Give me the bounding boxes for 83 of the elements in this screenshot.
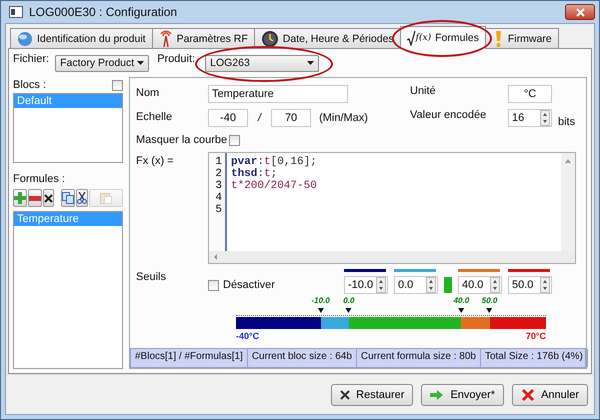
delete-button[interactable] [43,189,54,207]
disable-label: Désactiver [223,279,275,291]
encoded-value-spinner[interactable]: 16 [508,109,552,127]
line-number: 2 [215,168,222,180]
window-title: LOG000E30 : Configuration [29,5,178,19]
tab[interactable]: f(x) Formules [400,26,486,49]
tab[interactable]: Identification du produit [10,28,153,48]
separator: / [256,112,263,124]
spin-arrows-icon [426,277,436,293]
caret-icon [307,61,314,65]
status-cell: #Blocs[1] / #Formulas[1] [131,349,248,367]
blocs-label: Blocs : [13,79,46,91]
code-line: pvar:t[0,16]; [231,156,317,168]
close-icon [576,8,584,16]
cancel-icon [521,388,536,402]
status-cell: Total Size : 176b (4%) [480,349,588,367]
formulas-label: Formules : [13,173,65,185]
status-cell: Current bloc size : 64b [248,349,357,367]
close-button[interactable] [565,4,595,20]
threshold-spinner[interactable]: -10.0 [344,276,388,294]
arrow-icon [430,390,444,400]
threshold-spinner[interactable]: 50.0 [508,276,552,294]
product-dropdown[interactable]: LOG263 [205,54,320,72]
x-icon [340,390,350,400]
vertical-scrollbar[interactable] [561,153,575,251]
scale-label: Echelle [136,111,174,123]
threshold-spinner[interactable]: 0.0 [394,276,438,294]
thresholds-label: Seuils [136,271,167,283]
file-label: Fichier: [13,53,50,65]
checkbox[interactable] [229,134,240,146]
line-number: 3 [215,180,222,192]
paste-icon [100,192,112,204]
minmax-hint: (Min/Max) [319,112,368,124]
app-icon [9,6,23,18]
max-field[interactable]: 70 [271,109,312,127]
file-dropdown[interactable]: Factory Product [55,54,150,72]
unit-label: Unité [410,85,437,97]
dialog-button[interactable]: Restaurer [331,384,414,406]
caret-icon [137,61,144,65]
dialog-button[interactable]: Annuler [512,384,588,406]
remove-button[interactable] [28,189,42,207]
spin-arrows-icon [540,277,550,293]
line-number: 1 [215,156,222,168]
antenna-icon [158,30,173,48]
encoded-value-label: Valeur encodée [410,109,488,121]
code-line: t*200/2047-50 [231,180,317,192]
name-label: Nom [136,87,160,99]
code-editor[interactable]: 1 2 3 4 5 pvar:t[0,16]; thsd:t; t*200/2047-50 [208,152,576,264]
spin-arrows-icon [490,277,500,293]
formula-symbol: f(x) [416,33,432,43]
checkbox[interactable] [208,280,219,290]
min-label: -40°C [236,331,260,341]
copy-icon [62,192,74,204]
min-field[interactable]: -40 [208,109,248,127]
copy-button[interactable] [61,189,75,207]
square-root-icon [406,30,416,46]
bits-label: bits [558,116,576,128]
max-label: 70°C [526,331,546,341]
add-button[interactable] [13,189,27,207]
globe-icon [17,30,33,46]
spin-arrows-icon [376,277,386,293]
checkbox[interactable] [112,80,123,90]
scissors-icon [77,192,87,204]
code-line: thsd:t; [231,168,278,180]
plus-icon [14,192,26,204]
cut-button[interactable] [76,189,88,207]
threshold-spinner[interactable]: 40.0 [458,276,502,294]
spin-arrows-icon [540,110,550,126]
horizontal-scrollbar[interactable] [209,251,575,263]
status-cell: Current formula size : 80b [356,349,481,367]
tab[interactable]: Firmware [484,28,559,48]
line-number: 5 [215,204,222,216]
clock-icon [260,30,279,48]
tab[interactable]: Paramètres RF [152,28,255,48]
minus-icon [29,196,41,200]
product-label: Produit: [157,53,196,65]
unit-field[interactable]: °C [508,85,552,103]
line-number: 4 [215,192,222,204]
fx-label: Fx (x) = [136,155,175,167]
hide-curve-label: Masquer la courbe [136,134,228,146]
name-field[interactable]: Temperature [208,85,348,103]
delete-icon [44,194,53,202]
dialog-button[interactable]: Envoyer* [421,384,504,406]
